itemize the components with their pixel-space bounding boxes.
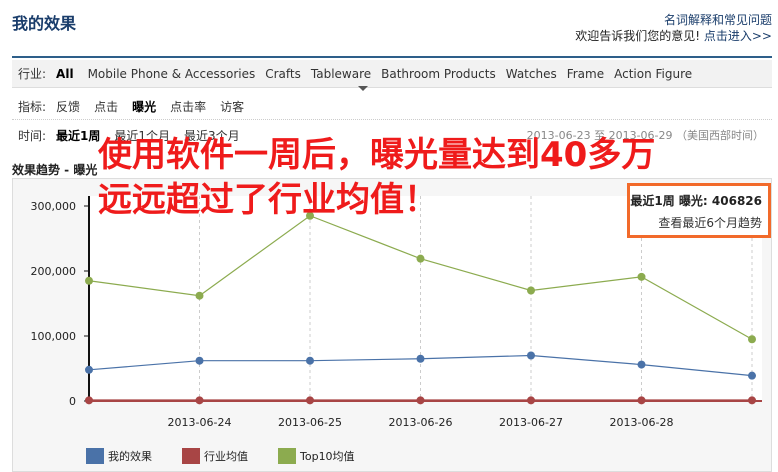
chart-legend: 我的效果 行业均值 Top10均值 [86,448,385,464]
metric-exposure[interactable]: 曝光 [132,98,156,115]
metric-feedback[interactable]: 反馈 [56,98,80,115]
trend-title: 效果趋势 - 曝光 [12,163,98,177]
legend-label-mine: 我的效果 [108,450,152,463]
series-0-point-4 [527,351,535,360]
series-0-point-6 [748,371,756,380]
legend-item-mine[interactable]: 我的效果 [86,448,152,464]
x-tick-label-1: 2013-06-25 [278,416,342,429]
y-tick-label-3: 0 [69,395,76,408]
y-tick-label-0: 300,000 [31,200,77,213]
chevron-down-icon[interactable] [358,86,368,91]
legend-swatch-top10 [278,448,296,464]
series-0-point-5 [637,360,646,369]
x-tick-label-4: 2013-06-28 [610,416,674,429]
legend-label-industry: 行业均值 [204,450,248,463]
industry-watches[interactable]: Watches [506,67,557,81]
faq-link[interactable]: 名词解释和常见问题 [664,13,772,27]
legend-item-top10[interactable]: Top10均值 [278,448,355,464]
legend-swatch-industry [182,448,200,464]
series-2-point-4 [527,286,535,295]
series-2-point-6 [748,335,756,344]
period-1-week[interactable]: 最近1周 [56,127,100,144]
metric-label: 指标: [18,100,47,114]
industry-all[interactable]: All [56,67,74,81]
series-0-point-2 [306,356,314,365]
promo-overlay: 使用软件一周后，曝光量达到40多万 远远超过了行业均值！ [98,133,655,223]
feedback-link[interactable]: 点击进入>> [704,29,772,43]
industry-tableware[interactable]: Tableware [311,67,371,81]
time-label: 时间: [18,128,47,143]
metric-filter-row: 指标: 反馈 点击 曝光 点击率 访客 [12,94,772,120]
page-title: 我的效果 [12,14,77,33]
industry-filter-row: 行业: All Mobile Phone & Accessories Craft… [12,60,772,91]
x-tick-label-0: 2013-06-24 [168,416,232,429]
help-links: 名词解释和常见问题 欢迎告诉我们您的意见! 点击进入>> [575,12,772,44]
promo-line-2: 远远超过了行业均值！ [98,180,438,220]
series-2-point-1 [195,291,204,300]
legend-swatch-mine [86,448,104,464]
industry-mobile-phone[interactable]: Mobile Phone & Accessories [88,67,256,81]
x-tick-label-2: 2013-06-26 [389,416,453,429]
industry-crafts[interactable]: Crafts [265,67,301,81]
industry-frame[interactable]: Frame [567,67,604,81]
metric-ctr[interactable]: 点击率 [170,98,206,115]
x-tick-label-3: 2013-06-27 [499,416,563,429]
industry-bathroom-products[interactable]: Bathroom Products [381,67,496,81]
metric-visitor[interactable]: 访客 [220,98,244,115]
promo-line-1: 使用软件一周后，曝光量达到40多万 [98,135,656,175]
series-0-point-0 [85,365,93,374]
series-2-point-0 [85,276,93,285]
industry-label: 行业: [18,67,47,81]
metric-click[interactable]: 点击 [94,98,118,115]
y-tick-label-1: 200,000 [31,265,77,278]
legend-item-industry[interactable]: 行业均值 [182,448,248,464]
industry-action-figure[interactable]: Action Figure [614,67,692,81]
series-0-point-1 [195,356,204,365]
legend-label-top10: Top10均值 [300,450,355,463]
y-tick-label-2: 100,000 [31,330,77,343]
series-2-point-3 [416,254,425,263]
feedback-text: 欢迎告诉我们您的意见! [575,29,701,43]
series-0-point-3 [416,354,425,363]
series-2-point-5 [637,272,646,281]
